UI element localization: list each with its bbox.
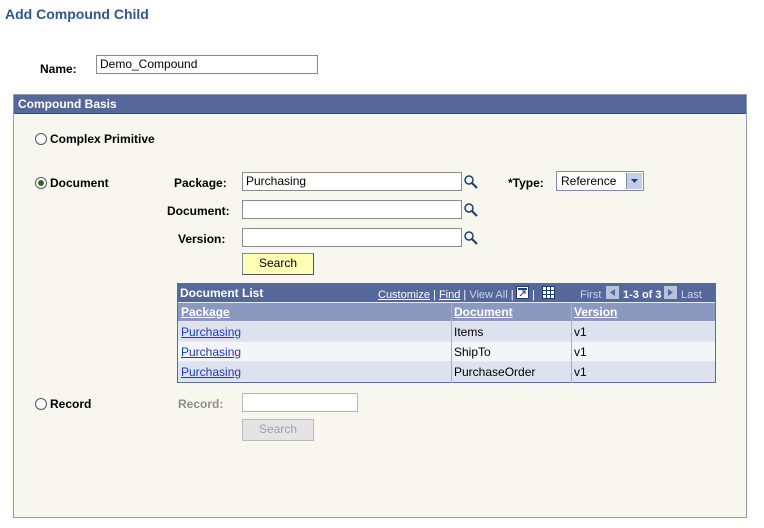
- table-row: Purchasing ShipTo v1: [178, 342, 715, 361]
- document-list-title: Document List: [180, 286, 264, 300]
- radio-selected-dot: [38, 180, 44, 186]
- document-list-header: Document List Customize | Find | View Al…: [178, 284, 715, 302]
- row-package-link[interactable]: Purchasing: [181, 365, 241, 379]
- record-input[interactable]: [242, 393, 358, 412]
- record-search-button[interactable]: Search: [242, 419, 314, 441]
- grid-nav: Customize | Find | View All |: [378, 289, 514, 301]
- record-label: Record: [50, 397, 92, 411]
- view-all-link[interactable]: View All: [469, 289, 507, 301]
- previous-arrow-icon[interactable]: [606, 286, 619, 299]
- record-radio[interactable]: [35, 398, 47, 410]
- document-search-button[interactable]: Search: [242, 253, 314, 275]
- record-field-label: Record:: [178, 397, 224, 411]
- document-input[interactable]: [242, 200, 462, 219]
- complex-primitive-radio[interactable]: [35, 133, 47, 145]
- row-range: 1-3 of 3: [623, 289, 662, 301]
- table-row: Purchasing PurchaseOrder v1: [178, 362, 715, 381]
- row-document: ShipTo: [454, 345, 491, 359]
- package-lookup-icon[interactable]: [463, 174, 479, 190]
- column-header-package[interactable]: Package: [181, 305, 230, 319]
- table-row: Purchasing Items v1: [178, 322, 715, 341]
- compound-basis-header: Compound Basis: [14, 95, 746, 114]
- first-link[interactable]: First: [580, 289, 601, 301]
- row-document: PurchaseOrder: [454, 365, 536, 379]
- row-version: v1: [574, 365, 587, 379]
- nav-separator: |: [532, 289, 535, 301]
- version-lookup-icon[interactable]: [463, 230, 479, 246]
- document-label: Document: [50, 176, 109, 190]
- document-field-label: Document:: [167, 204, 230, 218]
- type-select-value: Reference: [561, 174, 617, 188]
- last-link[interactable]: Last: [681, 289, 702, 301]
- row-package-link[interactable]: Purchasing: [181, 345, 241, 359]
- new-window-icon[interactable]: [516, 286, 529, 299]
- document-radio[interactable]: [35, 177, 47, 189]
- column-divider: [451, 303, 452, 383]
- type-select[interactable]: Reference: [556, 171, 644, 191]
- version-input[interactable]: [242, 228, 462, 247]
- package-input[interactable]: Purchasing: [242, 172, 462, 191]
- chevron-down-icon: [626, 173, 642, 189]
- type-label: *Type:: [508, 176, 544, 190]
- name-input[interactable]: Demo_Compound: [96, 55, 318, 74]
- page-title: Add Compound Child: [5, 6, 149, 22]
- row-package-link[interactable]: Purchasing: [181, 325, 241, 339]
- customize-link[interactable]: Customize: [378, 289, 430, 301]
- complex-primitive-label: Complex Primitive: [50, 132, 155, 146]
- document-lookup-icon[interactable]: [463, 202, 479, 218]
- next-arrow-icon[interactable]: [664, 286, 677, 299]
- row-document: Items: [454, 325, 484, 339]
- download-grid-icon[interactable]: [542, 286, 555, 299]
- package-label: Package:: [174, 176, 227, 190]
- column-header-version[interactable]: Version: [574, 305, 617, 319]
- row-version: v1: [574, 345, 587, 359]
- column-header-document[interactable]: Document: [454, 305, 513, 319]
- version-label: Version:: [178, 232, 226, 246]
- column-divider: [571, 303, 572, 383]
- document-list-grid: Document List Customize | Find | View Al…: [177, 283, 716, 383]
- find-link[interactable]: Find: [439, 289, 460, 301]
- row-version: v1: [574, 325, 587, 339]
- name-label: Name:: [40, 62, 77, 76]
- document-list-column-headers: Package Document Version: [178, 303, 715, 321]
